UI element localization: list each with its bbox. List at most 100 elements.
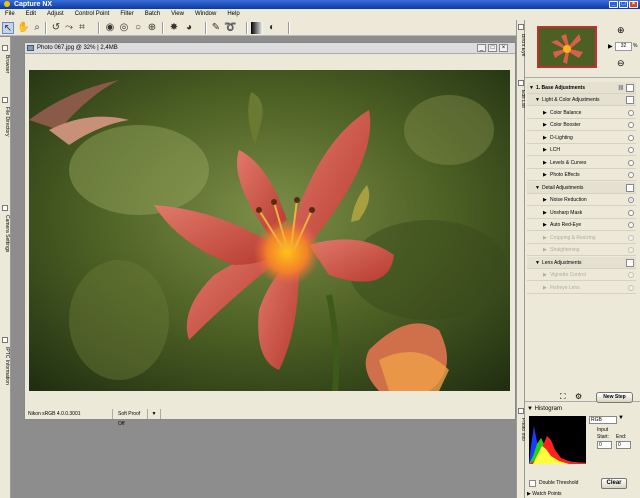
neutral-control-point-icon[interactable]: ◎: [118, 22, 130, 34]
zoom-tool-icon[interactable]: ⌕: [31, 22, 43, 34]
step-radio[interactable]: [628, 109, 634, 116]
doc-close-button[interactable]: ×: [499, 44, 508, 52]
group-checkbox[interactable]: [626, 183, 634, 192]
black-control-point-icon[interactable]: ◉: [104, 22, 116, 34]
step-radio: [628, 272, 634, 278]
maximize-window-button[interactable]: □: [619, 1, 628, 8]
step-radio[interactable]: [628, 122, 634, 128]
eye-tool-icon[interactable]: ◕: [183, 22, 195, 34]
group-checkbox[interactable]: [626, 258, 634, 267]
double-threshold-checkbox[interactable]: [529, 480, 536, 487]
start-field[interactable]: 0: [597, 441, 612, 449]
pointer-tool-icon[interactable]: ↖: [2, 22, 14, 34]
add-tool-icon[interactable]: ⛶: [560, 392, 566, 402]
watch-points-header[interactable]: ▶ Watch Points: [527, 491, 562, 497]
step-radio[interactable]: [628, 222, 634, 228]
menu-window[interactable]: Window: [195, 9, 216, 20]
expand-arrow-icon[interactable]: ▶: [543, 107, 547, 119]
menu-help[interactable]: Help: [227, 9, 239, 20]
menu-edit[interactable]: Edit: [26, 9, 36, 20]
zoom-in-icon[interactable]: ⊕: [617, 25, 625, 36]
edit-group-row[interactable]: ▼ Lens Adjustments: [527, 256, 636, 269]
expand-arrow-icon[interactable]: ▶: [543, 132, 547, 144]
tab-file-directory[interactable]: File Directory: [1, 97, 10, 136]
close-window-button[interactable]: ×: [629, 1, 638, 8]
fill-tool-icon[interactable]: ◐: [266, 22, 278, 34]
zoom-arrow-icon[interactable]: ▶: [608, 43, 613, 50]
step-radio[interactable]: [628, 159, 634, 166]
step-radio[interactable]: [628, 172, 634, 178]
expand-arrow-icon[interactable]: ▶: [543, 169, 547, 181]
expand-arrow-icon[interactable]: ▶: [543, 144, 547, 156]
minimize-window-button[interactable]: _: [609, 1, 618, 8]
edit-item-row[interactable]: ▶ Noise Reduction: [527, 194, 636, 206]
clear-button[interactable]: Clear: [601, 478, 627, 489]
edit-row-label: Fisheye Lens: [550, 284, 580, 291]
histogram-channel-select[interactable]: RGB: [589, 416, 617, 424]
straighten-icon[interactable]: ⤳: [63, 22, 75, 34]
color-control-point-icon[interactable]: ⊕: [146, 22, 158, 34]
menu-adjust[interactable]: Adjust: [47, 9, 64, 20]
red-eye-tool-icon[interactable]: ✸: [168, 22, 180, 34]
edit-row-label: Straightening: [550, 247, 580, 253]
edit-item-row[interactable]: ▶ Color Balance: [527, 107, 636, 119]
menu-view[interactable]: View: [171, 9, 184, 20]
collapse-arrow-icon[interactable]: ▼: [535, 257, 540, 269]
expand-arrow-icon[interactable]: ▶: [543, 119, 547, 131]
step-radio[interactable]: [628, 197, 634, 203]
gradient-tool-icon[interactable]: [251, 22, 263, 34]
edit-item-row[interactable]: ▶ Photo Effects: [527, 169, 636, 181]
edit-item-row[interactable]: ▶ Auto Red-Eye: [527, 219, 636, 231]
collapse-arrow-icon[interactable]: ▼: [535, 94, 540, 106]
end-field[interactable]: 0: [616, 441, 631, 449]
doc-maximize-button[interactable]: □: [488, 44, 497, 52]
chevron-down-icon[interactable]: ▼: [148, 409, 161, 419]
collapse-arrow-icon[interactable]: ▼: [527, 406, 533, 412]
menu-control-point[interactable]: Control Point: [75, 9, 110, 20]
zoom-value[interactable]: 32: [615, 42, 632, 51]
edit-item-row[interactable]: ▶ LCH: [527, 144, 636, 156]
link-icon[interactable]: ⛓: [618, 82, 624, 94]
chevron-down-icon[interactable]: ▼: [618, 415, 624, 421]
menu-file[interactable]: File: [5, 9, 15, 20]
doc-minimize-button[interactable]: _: [477, 44, 486, 52]
step-radio[interactable]: [628, 209, 634, 216]
edit-group-row[interactable]: ▼ Detail Adjustments: [527, 181, 636, 194]
expand-arrow-icon[interactable]: ▶: [543, 219, 547, 231]
birds-eye-thumbnail[interactable]: [537, 26, 597, 68]
expand-arrow-icon[interactable]: ▶: [543, 207, 547, 219]
edit-group-row[interactable]: ▼ Light & Color Adjustments: [527, 94, 636, 106]
edit-item-row[interactable]: ▶ Levels & Curves: [527, 157, 636, 169]
lasso-tool-icon[interactable]: ➰: [224, 22, 236, 34]
toolbar-separator: [162, 22, 164, 34]
menu-batch[interactable]: Batch: [145, 9, 160, 20]
menu-filter[interactable]: Filter: [120, 9, 133, 20]
edit-item-row[interactable]: ▶ Unsharp Mask: [527, 207, 636, 219]
white-control-point-icon[interactable]: ○: [132, 22, 144, 34]
photo-canvas[interactable]: [29, 70, 510, 391]
base-adjustments-step[interactable]: ▼ 1. Base Adjustments ⛓: [527, 82, 636, 94]
hand-tool-icon[interactable]: ✋: [17, 22, 29, 34]
settings-gear-icon[interactable]: ⚙: [575, 392, 582, 401]
brush-tool-icon[interactable]: ✎: [210, 22, 222, 34]
edit-row-label: Unsharp Mask: [550, 209, 583, 216]
expand-arrow-icon[interactable]: ▶: [543, 157, 547, 169]
input-label: Input: [597, 427, 609, 433]
group-checkbox[interactable]: [626, 96, 634, 104]
zoom-out-icon[interactable]: ⊖: [617, 58, 625, 69]
expand-arrow-icon[interactable]: ▶: [543, 194, 547, 206]
tab-browser[interactable]: Browser: [1, 45, 10, 73]
expand-arrow-icon[interactable]: ▶: [527, 491, 531, 497]
rotate-ccw-icon[interactable]: ↺: [50, 22, 62, 34]
tab-camera-settings[interactable]: Camera Settings: [1, 205, 10, 252]
step-radio[interactable]: [628, 147, 634, 153]
collapse-arrow-icon[interactable]: ▼: [535, 182, 540, 194]
tab-iptc-information[interactable]: IPTC Information: [1, 337, 10, 385]
crop-tool-icon[interactable]: ⌗: [76, 22, 88, 34]
new-step-button[interactable]: New Step: [596, 392, 633, 403]
edit-item-row[interactable]: ▶ D-Lighting: [527, 132, 636, 144]
expand-arrow-icon[interactable]: ▼: [529, 82, 534, 94]
step-checkbox[interactable]: [626, 84, 634, 92]
step-radio[interactable]: [628, 134, 634, 141]
edit-item-row[interactable]: ▶ Color Booster: [527, 119, 636, 131]
